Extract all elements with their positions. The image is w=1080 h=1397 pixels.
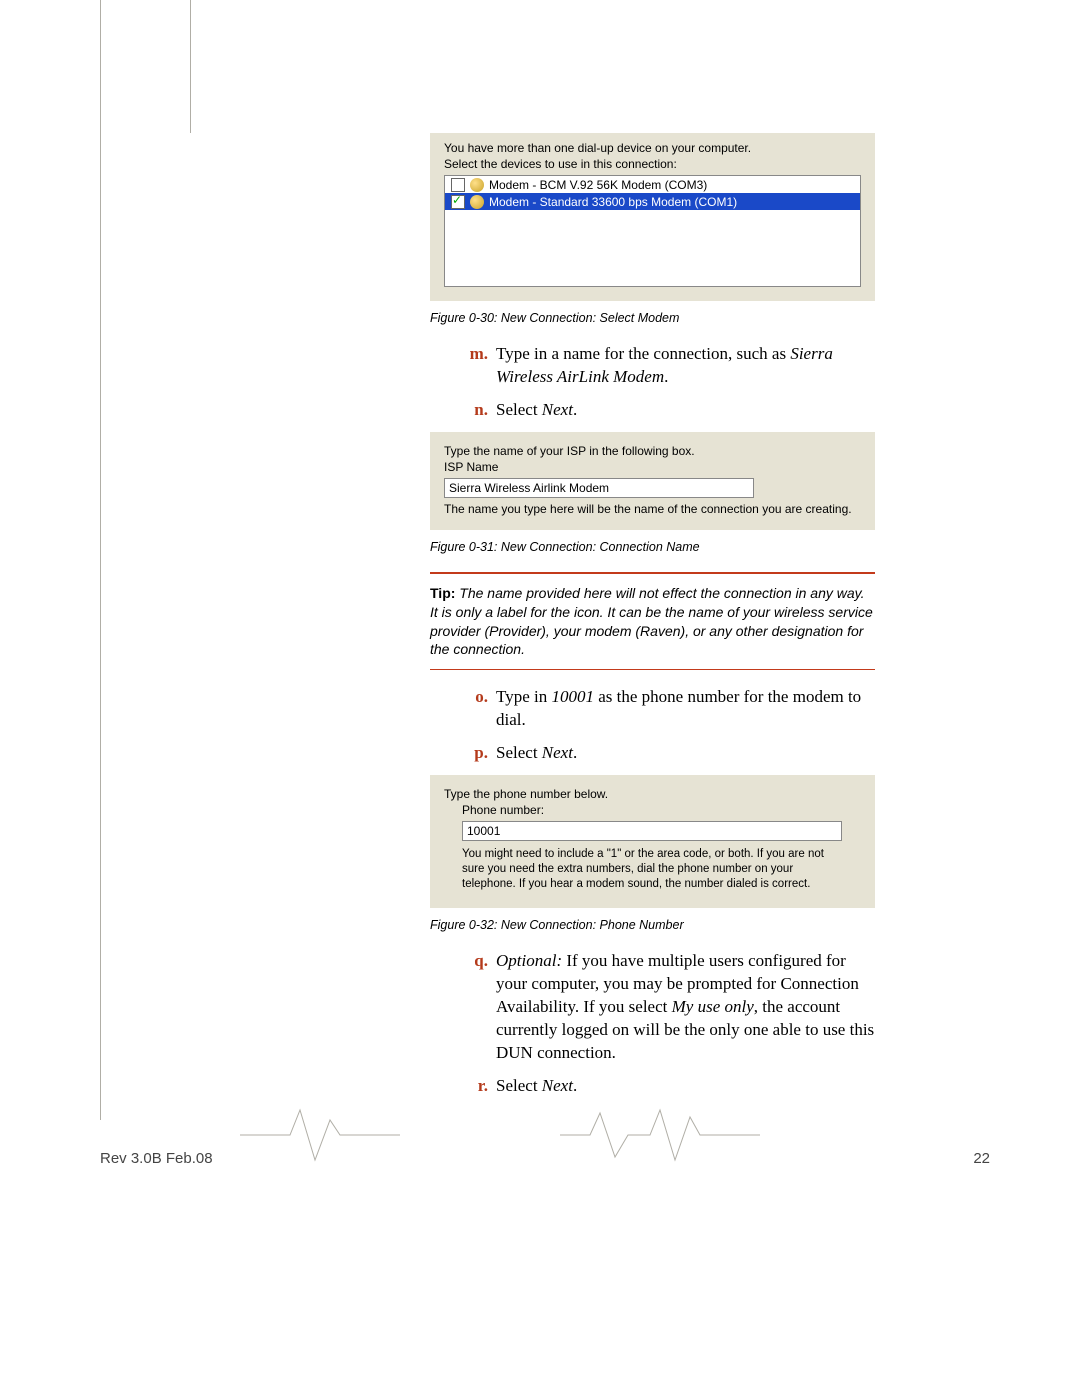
page-footer: Rev 3.0B Feb.08 22 [100, 1150, 990, 1167]
modem-icon [470, 195, 484, 209]
modem-item-checked[interactable]: Modem - Standard 33600 bps Modem (COM1) [445, 193, 860, 210]
tip-box: Tip:The name provided here will not effe… [430, 572, 875, 671]
step-bullet: p. [460, 742, 496, 765]
page-number: 22 [973, 1150, 990, 1167]
isp-name-input[interactable]: Sierra Wireless Airlink Modem [444, 478, 754, 498]
phone-number-label: Phone number: [462, 803, 861, 817]
dialog-text: Type the phone number below. [444, 787, 861, 801]
isp-name-label: ISP Name [444, 460, 861, 474]
modem-label: Modem - Standard 33600 bps Modem (COM1) [489, 195, 737, 209]
step-p: p. Select Next. [460, 742, 875, 765]
step-text: Select Next. [496, 399, 875, 422]
phone-number-input[interactable]: 10001 [462, 821, 842, 841]
step-text: Select Next. [496, 742, 875, 765]
modem-item-unchecked[interactable]: Modem - BCM V.92 56K Modem (COM3) [445, 176, 860, 193]
step-text: Type in 10001 as the phone number for th… [496, 686, 875, 732]
step-text: Select Next. [496, 1075, 875, 1098]
tip-label: Tip: [430, 585, 459, 601]
dialog-text: The name you type here will be the name … [444, 502, 861, 516]
revision-text: Rev 3.0B Feb.08 [100, 1150, 213, 1167]
step-text: Optional: If you have multiple users con… [496, 950, 875, 1065]
step-n: n. Select Next. [460, 399, 875, 422]
step-bullet: r. [460, 1075, 496, 1098]
dialog-isp-name: Type the name of your ISP in the followi… [430, 432, 875, 530]
dialog-text: Select the devices to use in this connec… [444, 157, 861, 171]
figure-caption-30: Figure 0-30: New Connection: Select Mode… [430, 311, 875, 325]
step-bullet: q. [460, 950, 496, 1065]
tip-text: The name provided here will not effect t… [430, 585, 873, 658]
step-o: o. Type in 10001 as the phone number for… [460, 686, 875, 732]
figure-caption-31: Figure 0-31: New Connection: Connection … [430, 540, 875, 554]
step-text: Type in a name for the connection, such … [496, 343, 875, 389]
dialog-select-modem: You have more than one dial-up device on… [430, 133, 875, 301]
figure-caption-32: Figure 0-32: New Connection: Phone Numbe… [430, 918, 875, 932]
step-bullet: o. [460, 686, 496, 732]
dialog-hint: You might need to include a "1" or the a… [462, 847, 842, 892]
dialog-text: You have more than one dial-up device on… [444, 141, 861, 155]
step-bullet: n. [460, 399, 496, 422]
step-m: m. Type in a name for the connection, su… [460, 343, 875, 389]
modem-label: Modem - BCM V.92 56K Modem (COM3) [489, 178, 707, 192]
checkbox-unchecked-icon[interactable] [451, 178, 465, 192]
modem-listbox[interactable]: Modem - BCM V.92 56K Modem (COM3) Modem … [444, 175, 861, 287]
step-q: q. Optional: If you have multiple users … [460, 950, 875, 1065]
dialog-text: Type the name of your ISP in the followi… [444, 444, 861, 458]
checkbox-checked-icon[interactable] [451, 195, 465, 209]
step-r: r. Select Next. [460, 1075, 875, 1098]
step-bullet: m. [460, 343, 496, 389]
dialog-phone-number: Type the phone number below. Phone numbe… [430, 775, 875, 908]
modem-icon [470, 178, 484, 192]
